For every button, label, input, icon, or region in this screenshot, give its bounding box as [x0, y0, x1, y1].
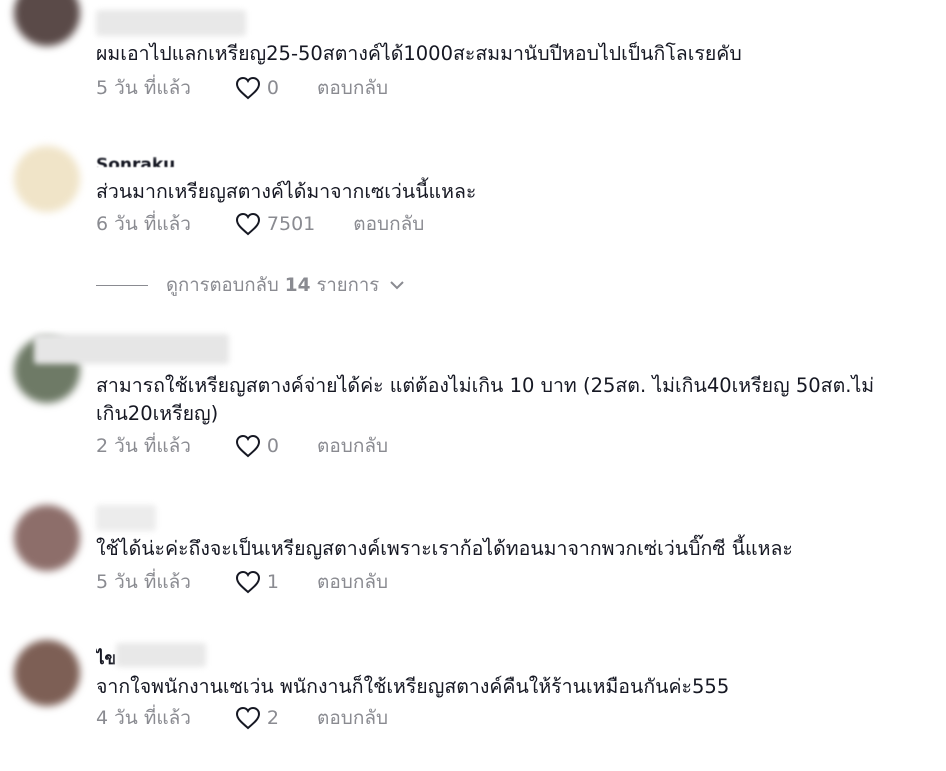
commenter-name-blurred[interactable] [34, 334, 229, 364]
heart-outline-icon [235, 212, 260, 236]
commenter-name-blurred[interactable] [96, 10, 246, 36]
commenter-name-blurred[interactable] [96, 505, 156, 531]
commenter-name[interactable]: Sonraku [96, 156, 175, 167]
like-button[interactable]: 0 [235, 76, 279, 100]
like-button[interactable]: 1 [235, 570, 279, 594]
avatar[interactable] [14, 146, 80, 212]
like-button[interactable]: 0 [235, 434, 279, 458]
heart-outline-icon [235, 76, 260, 100]
reply-button[interactable]: ตอบกลับ [317, 703, 388, 733]
comment-text: ผมเอาไปแลกเหรียญ25-50สตางค์ได้1000สะสมมา… [96, 42, 742, 65]
like-count: 0 [266, 435, 280, 457]
view-replies-label: ดูการตอบกลับ [166, 274, 279, 296]
comment-meta: 2 วัน ที่แล้ว 0 ตอบกลับ [96, 433, 388, 459]
comment-meta: 4 วัน ที่แล้ว 2 ตอบกลับ [96, 705, 388, 731]
like-count: 1 [266, 571, 280, 593]
comment-time: 2 วัน ที่แล้ว [96, 435, 191, 457]
view-replies-button[interactable]: ดูการตอบกลับ 14 รายการ [96, 272, 405, 298]
heart-outline-icon [235, 706, 260, 730]
like-button[interactable]: 2 [235, 706, 279, 730]
comment-time: 5 วัน ที่แล้ว [96, 571, 191, 593]
comment-time: 5 วัน ที่แล้ว [96, 77, 191, 99]
comment-text: จากใจพนักงานเซเว่น พนักงานก็ใช้เหรียญสตา… [96, 675, 730, 698]
comment-time: 4 วัน ที่แล้ว [96, 707, 191, 729]
heart-outline-icon [235, 570, 260, 594]
comment-meta: 5 วัน ที่แล้ว 1 ตอบกลับ [96, 569, 388, 595]
commenter-name-blurred [116, 643, 206, 667]
commenter-name[interactable]: ไข [96, 648, 116, 670]
like-count: 7501 [266, 213, 316, 235]
comment-text: สามารถใช้เหรียญสตางค์จ่ายได้ค่ะ แต่ต้องไ… [96, 374, 875, 425]
divider-line [96, 284, 148, 286]
view-replies-suffix: รายการ [316, 274, 380, 296]
reply-button[interactable]: ตอบกลับ [317, 73, 388, 103]
comment-text: ใช้ได้น่ะค่ะถึงจะเป็นเหรียญสตางค์เพราะเร… [96, 537, 793, 560]
reply-button[interactable]: ตอบกลับ [317, 567, 388, 597]
like-count: 0 [266, 77, 280, 99]
commenter-name-blur-overlay [96, 146, 206, 156]
comment-meta: 6 วัน ที่แล้ว 7501 ตอบกลับ [96, 211, 424, 237]
like-count: 2 [266, 707, 280, 729]
view-replies-count: 14 [284, 274, 311, 296]
comment-time: 6 วัน ที่แล้ว [96, 213, 191, 235]
heart-outline-icon [235, 434, 260, 458]
reply-button[interactable]: ตอบกลับ [317, 431, 388, 461]
comment-meta: 5 วัน ที่แล้ว 0 ตอบกลับ [96, 75, 388, 101]
avatar[interactable] [14, 0, 80, 46]
like-button[interactable]: 7501 [235, 212, 315, 236]
avatar[interactable] [14, 640, 80, 706]
chevron-down-icon [390, 281, 404, 290]
reply-button[interactable]: ตอบกลับ [353, 209, 424, 239]
comment-text: ส่วนมากเหรียญสตางค์ได้มาจากเซเว่นนี้แหละ [96, 180, 477, 203]
avatar[interactable] [14, 505, 80, 571]
